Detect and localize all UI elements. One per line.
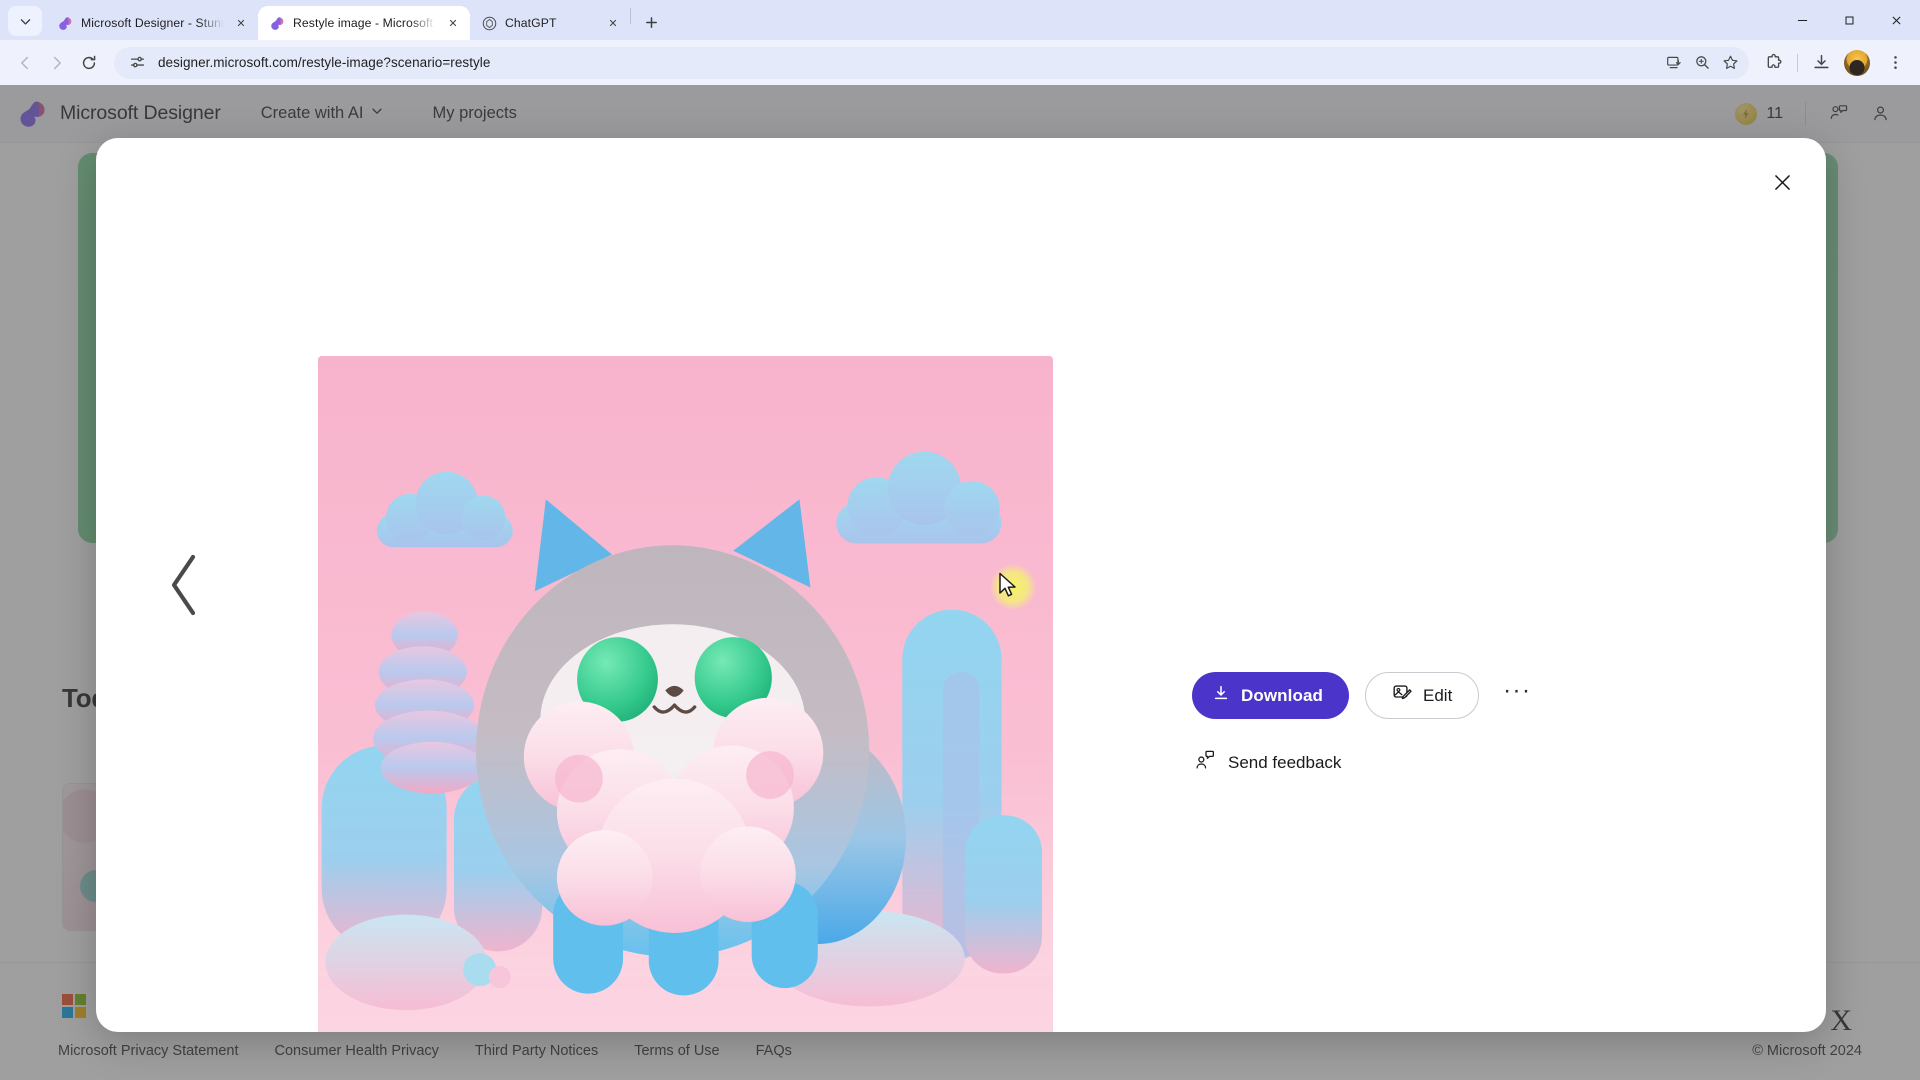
window-controls: [1779, 0, 1920, 40]
designer-logo-icon: [57, 15, 73, 31]
window-minimize-button[interactable]: [1779, 0, 1826, 40]
back-arrow-icon[interactable]: [10, 48, 40, 78]
download-arrow-icon: [1212, 684, 1230, 707]
url-text: designer.microsoft.com/restyle-image?sce…: [158, 55, 491, 70]
edit-label: Edit: [1423, 685, 1453, 705]
browser-window: Microsoft Designer - Stunning d ✕ Restyl…: [0, 0, 1920, 1080]
more-options-button[interactable]: ···: [1495, 674, 1539, 718]
download-label: Download: [1241, 685, 1324, 705]
edit-button[interactable]: Edit: [1365, 672, 1480, 719]
more-menu-icon[interactable]: [1880, 48, 1910, 78]
browser-tab-1[interactable]: Microsoft Designer - Stunning d ✕: [46, 6, 258, 40]
image-preview-modal: Download Edit ··· Send feedback: [96, 138, 1826, 1032]
downloads-icon[interactable]: [1806, 48, 1836, 78]
previous-image-button[interactable]: [156, 547, 212, 623]
address-bar[interactable]: designer.microsoft.com/restyle-image?sce…: [114, 46, 1749, 79]
designer-logo-icon: [269, 15, 285, 31]
browser-tab-2[interactable]: Restyle image - Microsoft Desig ✕: [258, 6, 470, 40]
new-tab-button[interactable]: [637, 8, 665, 36]
tab-title: Microsoft Designer - Stunning d: [81, 16, 224, 30]
chatgpt-icon: [481, 15, 497, 31]
reload-icon[interactable]: [74, 48, 104, 78]
tab-close-button[interactable]: ✕: [604, 14, 622, 32]
tab-close-button[interactable]: ✕: [444, 14, 462, 32]
forward-arrow-icon[interactable]: [42, 48, 72, 78]
omnibox-actions: [1661, 50, 1743, 76]
tab-search-icon[interactable]: [8, 6, 42, 36]
browser-tab-3[interactable]: ChatGPT ✕: [470, 6, 630, 40]
tab-divider: [630, 7, 631, 24]
browser-tabstrip: Microsoft Designer - Stunning d ✕ Restyl…: [0, 0, 1920, 40]
bookmark-star-icon[interactable]: [1717, 50, 1743, 76]
toolbar-divider: [1797, 53, 1798, 72]
site-settings-icon[interactable]: [126, 52, 148, 74]
tab-close-button[interactable]: ✕: [232, 14, 250, 32]
primary-action-row: Download Edit ···: [1192, 672, 1539, 719]
send-feedback-button[interactable]: Send feedback: [1192, 743, 1351, 782]
image-actions: Download Edit ··· Send feedback: [1192, 672, 1539, 782]
window-maximize-button[interactable]: [1826, 0, 1873, 40]
close-icon[interactable]: [1760, 160, 1804, 204]
extensions-icon[interactable]: [1759, 48, 1789, 78]
feedback-label: Send feedback: [1228, 752, 1342, 772]
profile-avatar[interactable]: [1844, 49, 1870, 76]
window-close-button[interactable]: [1873, 0, 1920, 40]
download-button[interactable]: Download: [1192, 672, 1350, 719]
tab-title: ChatGPT: [505, 16, 557, 30]
image-edit-icon: [1392, 683, 1412, 708]
browser-toolbar: designer.microsoft.com/restyle-image?sce…: [0, 40, 1920, 85]
zoom-icon[interactable]: [1689, 50, 1715, 76]
install-app-icon[interactable]: [1661, 50, 1687, 76]
generated-image-preview[interactable]: [318, 356, 1053, 1032]
person-comment-icon: [1194, 749, 1216, 776]
tab-title: Restyle image - Microsoft Desig: [293, 16, 436, 30]
